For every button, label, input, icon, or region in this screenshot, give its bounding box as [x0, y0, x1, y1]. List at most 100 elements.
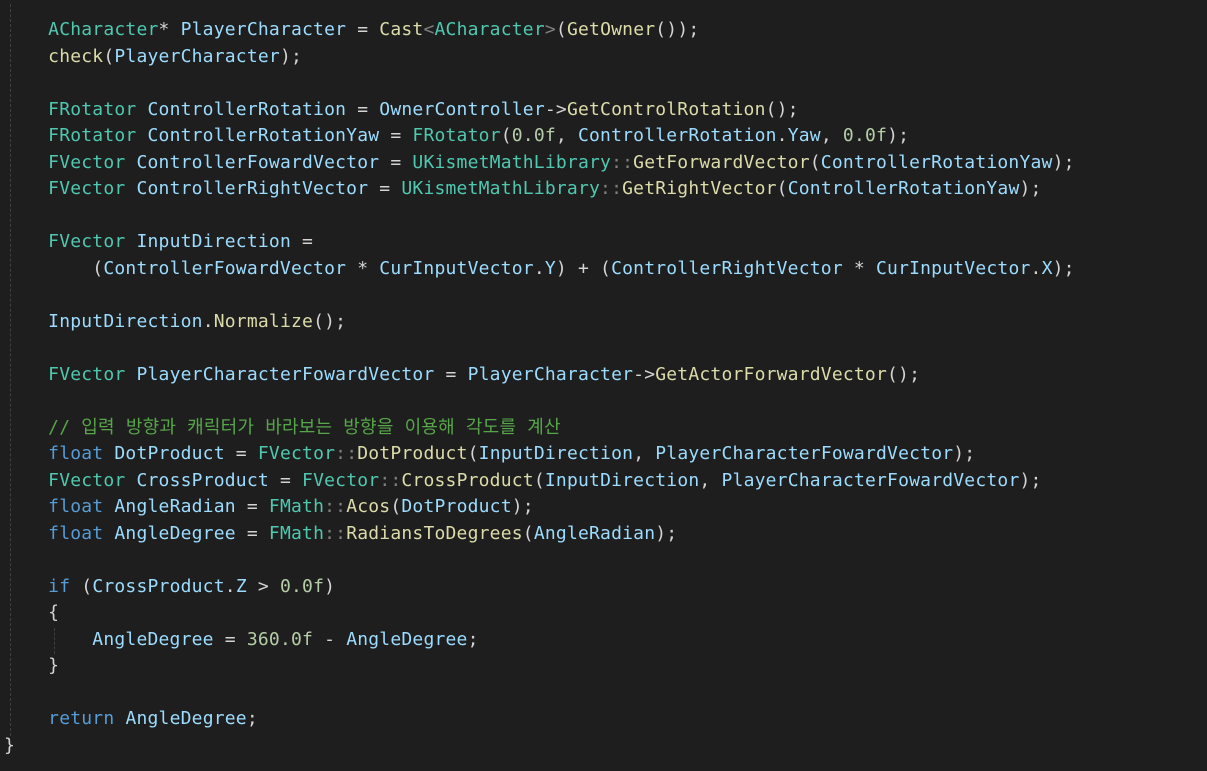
code-line[interactable]: { — [4, 600, 59, 626]
code-token: ( — [103, 45, 115, 67]
code-line[interactable]: FVector ControllerRightVector = UKismetM… — [4, 176, 1042, 202]
code-token: return — [48, 708, 115, 729]
code-token: = — [368, 178, 402, 199]
code-token: :: — [379, 469, 402, 491]
code-token: ; — [246, 708, 258, 729]
code-token: FRotator — [48, 98, 137, 120]
code-line[interactable]: FVector PlayerCharacterFowardVector = Pl… — [4, 362, 920, 388]
code-line[interactable]: FVector ControllerFowardVector = UKismet… — [4, 150, 1075, 176]
code-token: float — [48, 443, 104, 464]
code-token: ); — [655, 522, 678, 544]
code-line[interactable]: return AngleDegree; — [4, 706, 258, 732]
code-token: = — [291, 231, 314, 252]
code-token: float — [48, 522, 104, 544]
code-line[interactable]: (ControllerFowardVector * CurInputVector… — [4, 256, 1075, 282]
code-line[interactable]: check(PlayerCharacter); — [4, 44, 302, 70]
code-token: AngleRadian — [533, 522, 656, 544]
code-line[interactable]: FRotator ControllerRotationYaw = FRotato… — [4, 123, 909, 149]
code-token: (); — [765, 98, 799, 120]
code-token: ()); — [655, 19, 700, 40]
code-token: ); — [887, 125, 910, 146]
code-line[interactable]: AngleDegree = 360.0f - AngleDegree; — [4, 627, 479, 653]
code-line[interactable]: float AngleRadian = FMath::Acos(DotProdu… — [4, 494, 534, 520]
code-token: UKismetMathLibrary — [401, 178, 601, 199]
code-token: ( — [522, 522, 534, 544]
code-token: FVector — [48, 469, 126, 491]
code-line[interactable]: if (CrossProduct.Z > 0.0f) — [4, 574, 335, 600]
code-token: FVector — [48, 363, 126, 385]
code-token: < — [423, 19, 435, 40]
code-token: 0.0f — [511, 125, 556, 146]
code-token: ); — [1019, 178, 1042, 199]
code-token: CrossProduct — [92, 575, 225, 597]
code-token: ACharacter — [48, 19, 159, 40]
code-token: FVector — [257, 443, 336, 464]
code-token: FMath — [268, 496, 325, 517]
code-token: ( — [467, 443, 479, 464]
code-token: FMath — [268, 522, 325, 544]
code-line[interactable]: FVector InputDirection = — [4, 229, 313, 255]
code-token: ( — [92, 257, 104, 279]
code-token: DotProduct — [357, 443, 468, 464]
code-token: = — [379, 151, 413, 173]
code-token: - — [313, 628, 347, 650]
code-token: ControllerRotationYaw — [820, 151, 1053, 173]
code-token: PlayerCharacter — [180, 19, 347, 40]
code-token: -> — [633, 363, 656, 385]
code-line[interactable]: } — [4, 653, 59, 679]
code-token: FVector — [48, 231, 126, 252]
code-token: ); — [953, 443, 976, 464]
code-token: ); — [279, 45, 303, 67]
code-token: AngleDegree — [114, 522, 236, 544]
code-token: :: — [611, 151, 634, 173]
code-token: AngleDegree — [346, 628, 468, 650]
code-token: (); — [313, 310, 347, 332]
code-token: ) — [324, 575, 336, 597]
code-token: OwnerController — [379, 98, 545, 120]
code-token: DotProduct — [114, 443, 225, 464]
code-line[interactable]: float AngleDegree = FMath::RadiansToDegr… — [4, 521, 677, 547]
code-token: FRotator — [412, 125, 501, 146]
code-line[interactable]: ACharacter* PlayerCharacter = Cast<AChar… — [4, 17, 699, 43]
code-token: ControllerRotation — [577, 125, 777, 146]
code-token: , — [699, 469, 722, 491]
code-line[interactable]: FVector CrossProduct = FVector::CrossPro… — [4, 468, 1042, 494]
code-token: 360.0f — [246, 628, 314, 650]
code-token: if — [48, 575, 71, 597]
code-token: ); — [1019, 469, 1042, 491]
code-token: float — [48, 496, 104, 517]
code-editor[interactable]: ACharacter* PlayerCharacter = Cast<AChar… — [0, 0, 1207, 771]
code-token: CurInputVector — [876, 257, 1031, 279]
code-token: ( — [70, 575, 93, 597]
code-token: * — [158, 19, 181, 40]
code-token: = — [346, 98, 380, 120]
code-token: PlayerCharacter — [114, 45, 280, 67]
code-token: . — [202, 310, 214, 332]
code-line[interactable]: float DotProduct = FVector::DotProduct(I… — [4, 441, 975, 467]
code-token: ); — [511, 496, 534, 517]
code-token: = — [224, 443, 258, 464]
code-line[interactable]: // 입력 방향과 캐릭터가 바라보는 방향을 이용해 각도를 계산 — [4, 415, 561, 441]
code-token: ControllerFowardVector — [103, 257, 347, 279]
code-token: . — [533, 257, 545, 279]
code-token: GetActorForwardVector — [655, 363, 888, 385]
code-line[interactable]: FRotator ControllerRotation = OwnerContr… — [4, 97, 799, 123]
code-line[interactable]: } — [4, 733, 15, 759]
code-token: ( — [500, 125, 512, 146]
code-token: ( — [776, 178, 788, 199]
code-token: . — [1030, 257, 1042, 279]
code-line[interactable]: InputDirection.Normalize(); — [4, 309, 346, 335]
code-token: InputDirection — [544, 469, 700, 491]
